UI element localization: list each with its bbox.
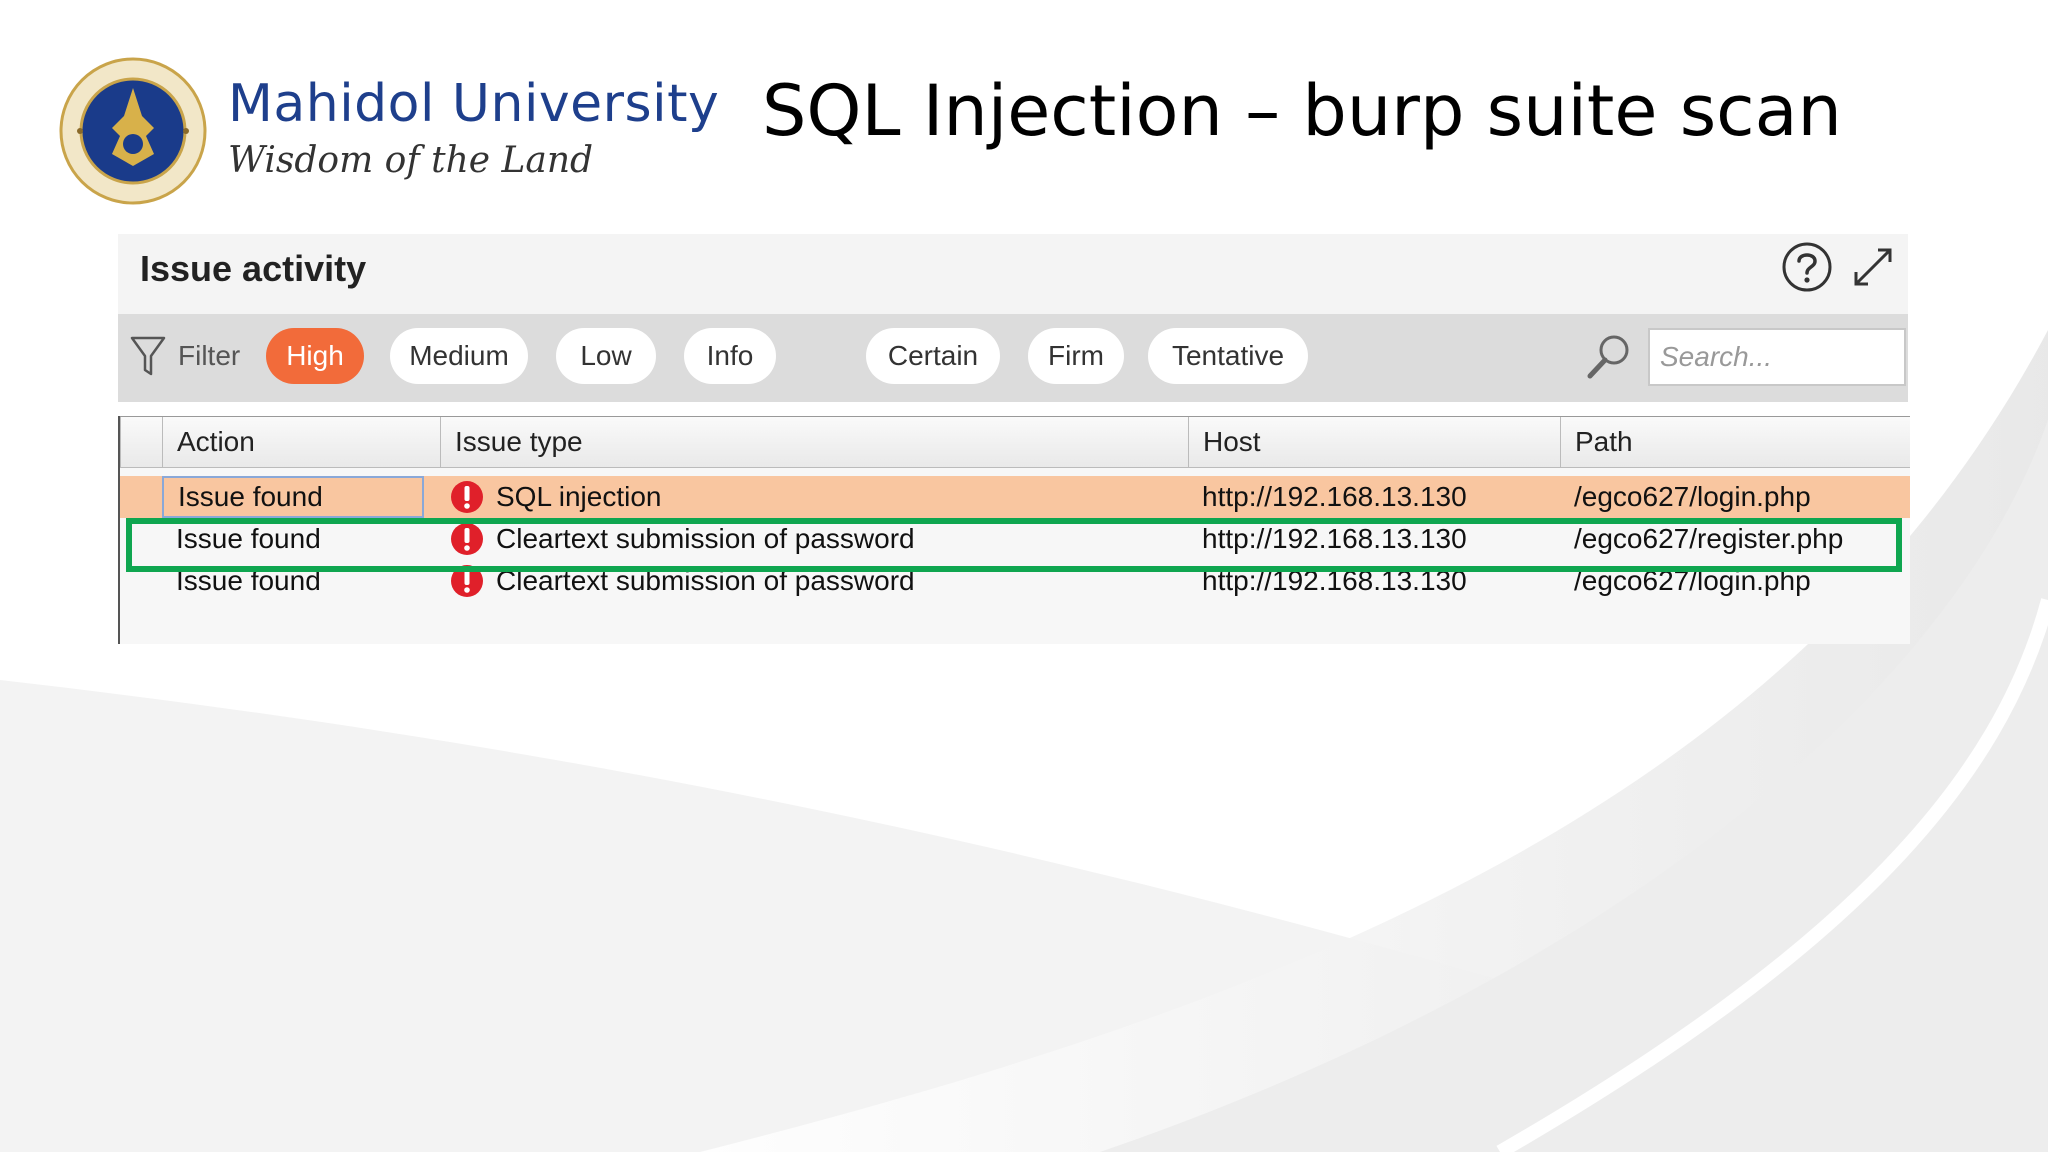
filter-bar: Filter High Medium Low Info Certain Firm… (118, 314, 1908, 402)
issues-table: Action Issue type Host Path Issue found … (118, 416, 1910, 644)
expand-arrows-icon[interactable] (1848, 242, 1898, 292)
column-header-path[interactable]: Path (1560, 417, 1910, 467)
issue-type-text: SQL injection (496, 481, 662, 512)
table-row[interactable]: Issue found SQL injection http://192.168… (120, 476, 1910, 518)
exclamation-circle-icon (451, 523, 483, 555)
column-header-action[interactable]: Action (162, 417, 450, 467)
cell-action: Issue found (176, 523, 321, 554)
issue-type-text: Cleartext submission of password (496, 523, 915, 554)
cell-path: /egco627/login.php (1574, 481, 1811, 512)
filter-chip-info[interactable]: Info (684, 328, 776, 384)
search-input[interactable] (1648, 328, 1906, 386)
issue-activity-panel: Issue activity Filter High Medium Low In… (118, 234, 1910, 644)
university-seal-logo (59, 57, 207, 205)
cell-host: http://192.168.13.130 (1202, 565, 1467, 596)
slide-title: SQL Injection – burp suite scan (762, 70, 1842, 152)
filter-chip-certain[interactable]: Certain (866, 328, 1000, 384)
table-header: Action Issue type Host Path (120, 416, 1910, 468)
cell-action: Issue found (176, 565, 321, 596)
cell-issue-type: Cleartext submission of password (450, 518, 915, 560)
filter-chip-low[interactable]: Low (556, 328, 656, 384)
filter-chip-firm[interactable]: Firm (1028, 328, 1124, 384)
filter-chip-tentative[interactable]: Tentative (1148, 328, 1308, 384)
filter-chip-medium[interactable]: Medium (390, 328, 528, 384)
cell-host: http://192.168.13.130 (1202, 481, 1467, 512)
exclamation-circle-icon (451, 481, 483, 513)
table-row[interactable]: Issue found Cleartext submission of pass… (120, 560, 1910, 602)
brand-name: Mahidol University (228, 74, 720, 134)
question-circle-icon[interactable] (1780, 240, 1834, 294)
funnel-icon[interactable] (130, 334, 166, 378)
filter-chip-high[interactable]: High (266, 328, 364, 384)
cell-path: /egco627/register.php (1574, 523, 1844, 554)
cell-host: http://192.168.13.130 (1202, 523, 1467, 554)
cell-path: /egco627/login.php (1574, 565, 1811, 596)
column-header-host[interactable]: Host (1188, 417, 1564, 467)
column-header-issue-type[interactable]: Issue type (440, 417, 1192, 467)
cell-action: Issue found (162, 476, 424, 518)
cell-issue-type: SQL injection (450, 476, 662, 518)
panel-header: Issue activity (118, 234, 1908, 314)
header-gutter (120, 417, 162, 467)
panel-title: Issue activity (140, 248, 367, 289)
cell-issue-type: Cleartext submission of password (450, 560, 915, 602)
brand-motto: Wisdom of the Land (228, 140, 594, 181)
issue-type-text: Cleartext submission of password (496, 565, 915, 596)
table-row[interactable]: Issue found Cleartext submission of pass… (120, 518, 1910, 560)
filter-label: Filter (178, 340, 241, 371)
magnifier-icon[interactable] (1584, 332, 1632, 382)
exclamation-circle-icon (451, 565, 483, 597)
